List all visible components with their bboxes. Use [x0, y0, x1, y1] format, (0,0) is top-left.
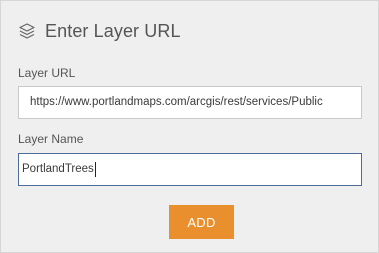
layer-name-value: PortlandTrees [22, 163, 94, 175]
add-button[interactable]: ADD [169, 205, 234, 239]
text-caret [94, 162, 96, 177]
panel-title: Enter Layer URL [45, 20, 181, 41]
layer-url-label: Layer URL [18, 66, 76, 80]
layer-name-input[interactable]: PortlandTrees [18, 153, 362, 186]
layer-name-label: Layer Name [18, 132, 84, 146]
panel-header: Enter Layer URL [18, 19, 181, 43]
layer-url-input[interactable]: https://www.portlandmaps.com/arcgis/rest… [18, 86, 362, 119]
layers-icon [18, 22, 36, 40]
enter-layer-url-panel: Enter Layer URL Layer URL https://www.po… [0, 0, 379, 253]
